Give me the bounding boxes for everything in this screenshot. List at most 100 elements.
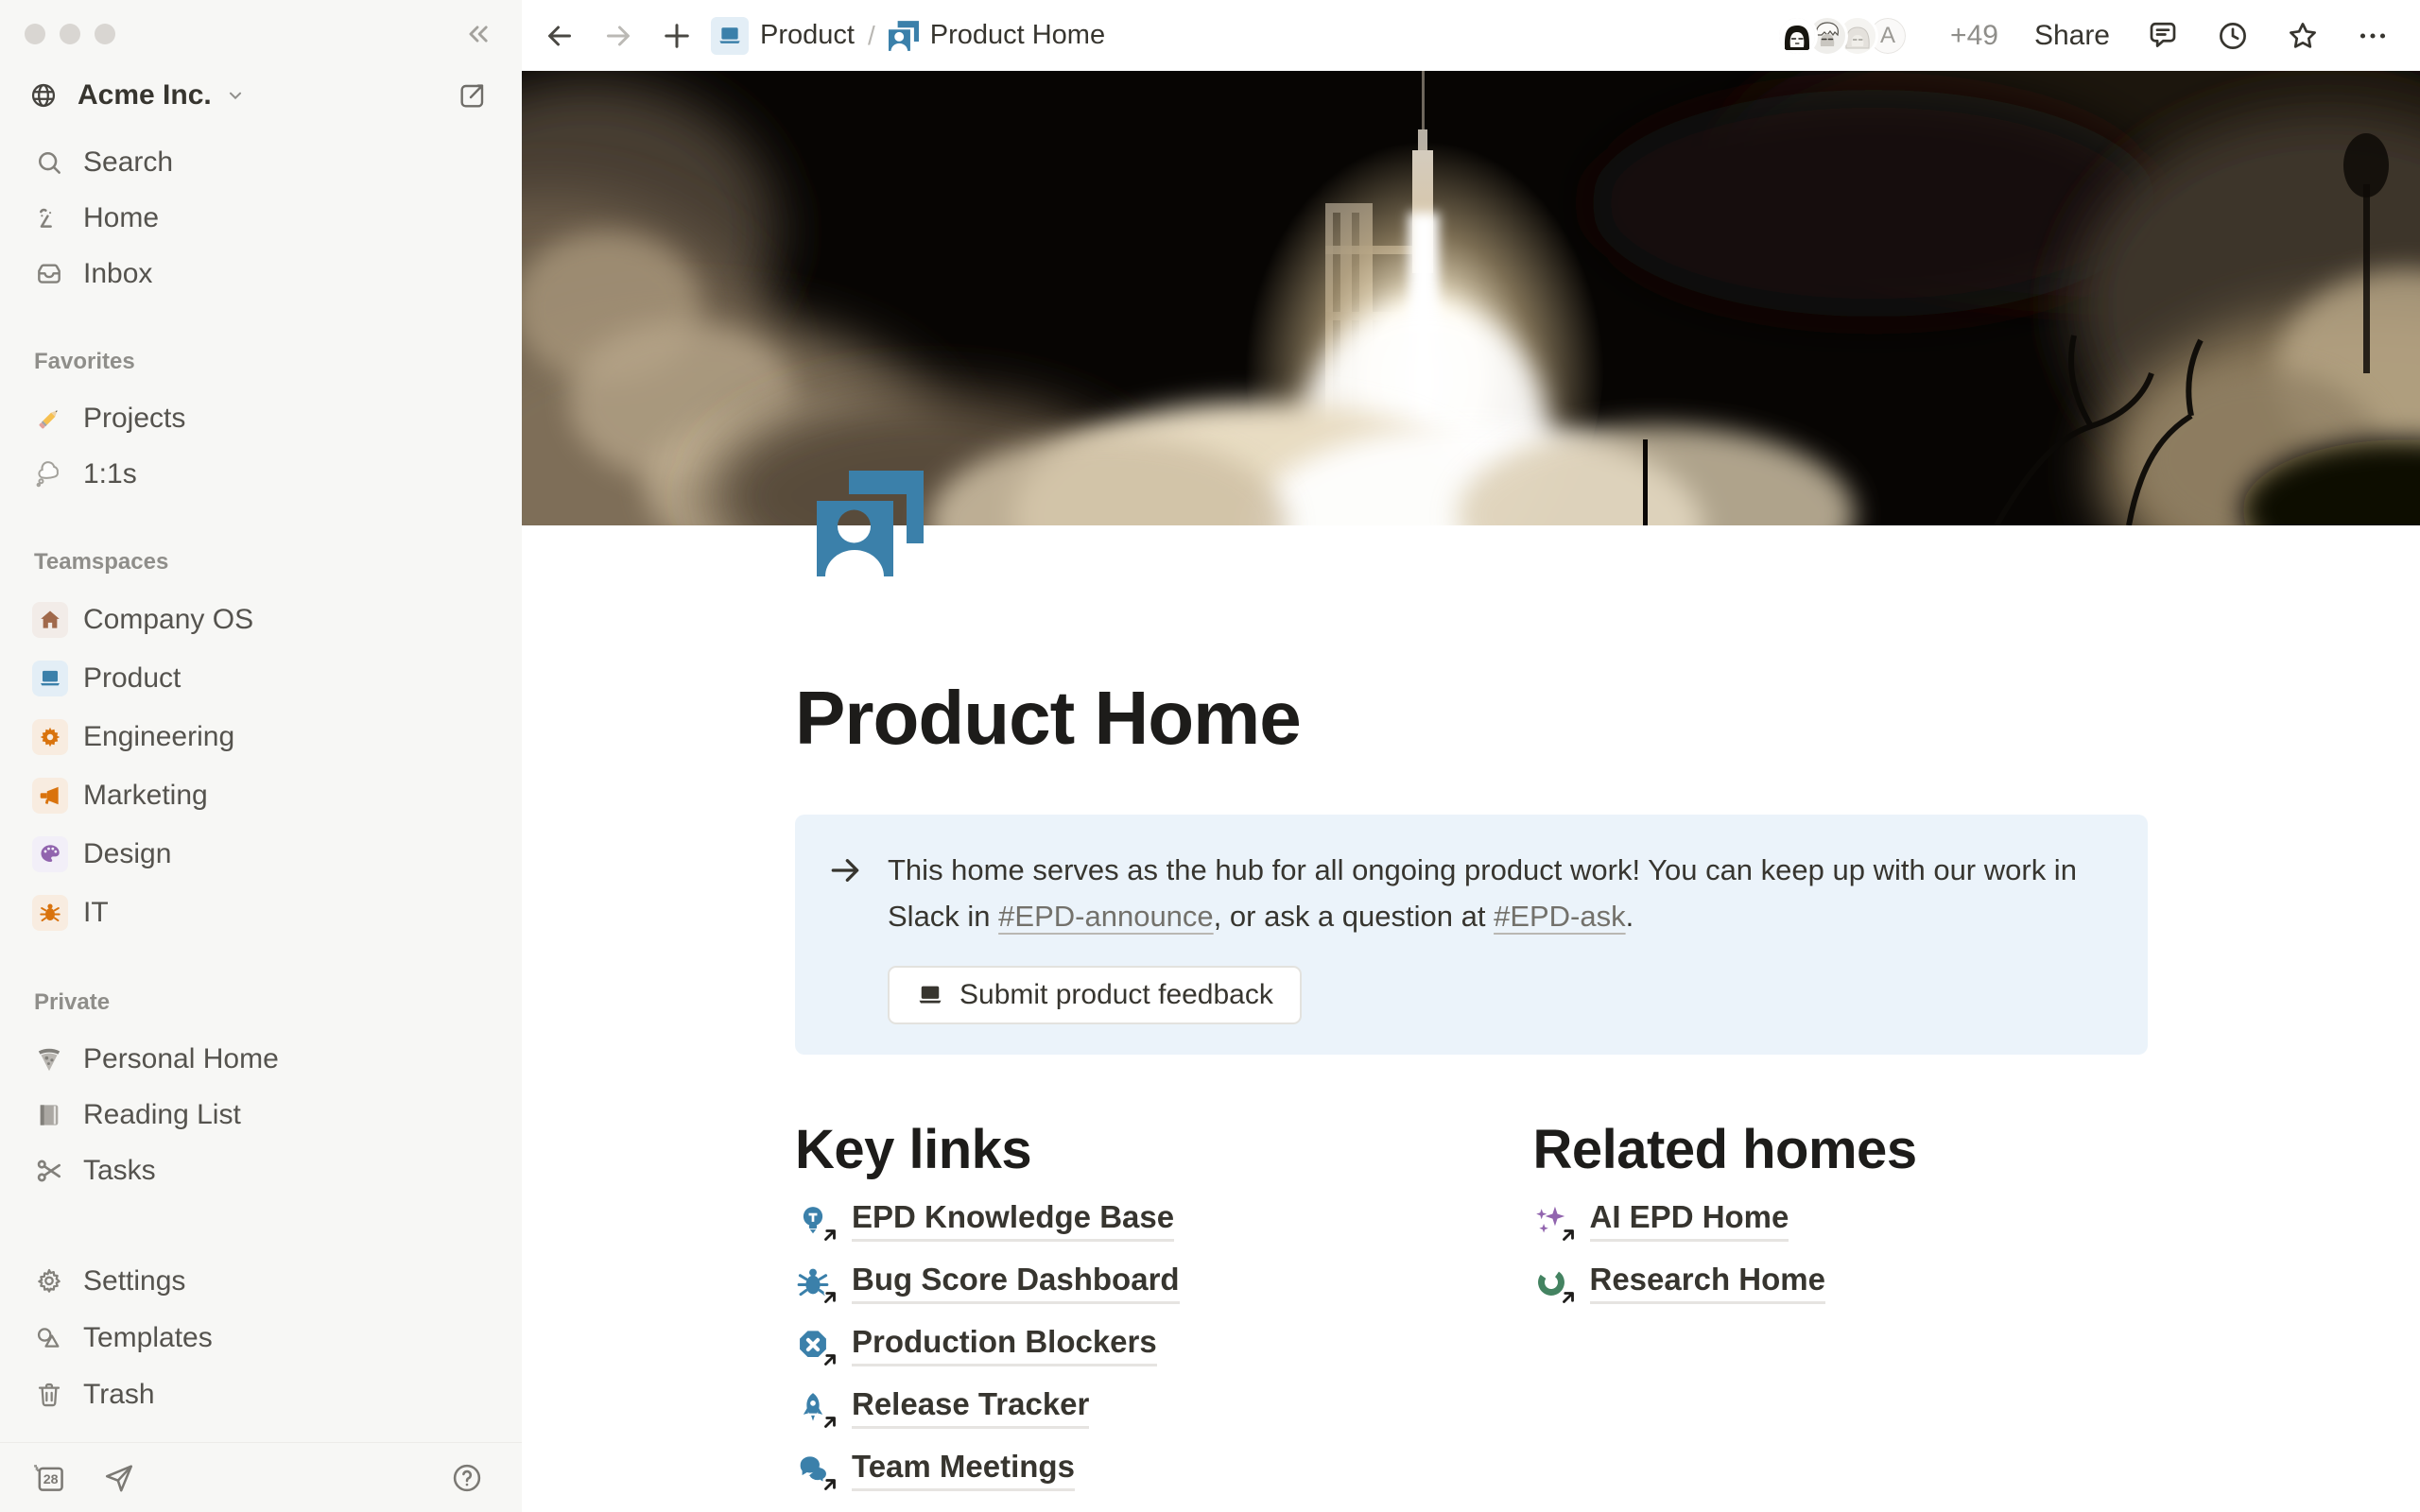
sidebar-primary-nav: Search Home Inbox bbox=[0, 134, 522, 301]
breadcrumb-label: Product bbox=[760, 20, 855, 51]
window-zoom-button[interactable] bbox=[95, 24, 115, 44]
book-icon bbox=[32, 1098, 66, 1132]
sub-page-arrow-icon bbox=[821, 1414, 838, 1431]
bug-icon bbox=[32, 895, 68, 931]
pencil-emoji-icon bbox=[32, 402, 66, 436]
callout-text-part: . bbox=[1626, 900, 1634, 933]
avatar bbox=[1776, 15, 1818, 57]
sidebar-item-label: Tasks bbox=[83, 1155, 156, 1187]
link-release-tracker[interactable]: Release Tracker bbox=[795, 1386, 1410, 1429]
history-clock-icon[interactable] bbox=[2216, 19, 2250, 53]
related-homes-title: Related homes bbox=[1533, 1124, 2149, 1177]
laptop-icon bbox=[916, 981, 944, 1009]
sidebar: Acme Inc. Search Home Inbox Favorite bbox=[0, 0, 522, 1512]
comments-icon[interactable] bbox=[2146, 19, 2180, 53]
new-page-plus-icon[interactable] bbox=[660, 19, 694, 53]
sidebar-item-company-os[interactable]: Company OS bbox=[0, 591, 522, 649]
sidebar-item-1-1s[interactable]: 1:1s bbox=[0, 446, 522, 502]
contact-card-icon bbox=[889, 21, 919, 51]
sidebar-item-inbox[interactable]: Inbox bbox=[0, 246, 522, 301]
breadcrumb-label: Product Home bbox=[930, 20, 1105, 51]
related-homes-section: Related homes AI EPD Home bbox=[1533, 1124, 2149, 1511]
presence-avatars[interactable]: A bbox=[1776, 15, 1909, 57]
more-ellipsis-icon[interactable] bbox=[2356, 19, 2390, 53]
workspace-switcher[interactable]: Acme Inc. bbox=[11, 68, 510, 123]
sidebar-item-search[interactable]: Search bbox=[0, 134, 522, 190]
section-label-favorites[interactable]: Favorites bbox=[0, 345, 522, 379]
breadcrumb: Product / Product Home bbox=[711, 17, 1105, 55]
sidebar-item-label: Projects bbox=[83, 403, 185, 435]
sub-page-arrow-icon bbox=[1560, 1227, 1577, 1244]
key-links-section: Key links EPD Knowledge Base bbox=[795, 1124, 1410, 1511]
window-minimize-button[interactable] bbox=[60, 24, 80, 44]
sidebar-item-templates[interactable]: Templates bbox=[0, 1310, 522, 1366]
sidebar-collapse-icon[interactable] bbox=[461, 18, 493, 50]
favorite-star-icon[interactable] bbox=[2286, 19, 2320, 53]
sidebar-item-label: Settings bbox=[83, 1265, 185, 1297]
search-icon bbox=[32, 146, 66, 180]
forward-arrow-icon[interactable] bbox=[601, 19, 635, 53]
sub-page-arrow-icon bbox=[821, 1351, 838, 1368]
callout-text: This home serves as the hub for all ongo… bbox=[888, 847, 2114, 939]
slack-link-epd-ask[interactable]: #EPD-ask bbox=[1494, 900, 1626, 933]
sidebar-item-engineering[interactable]: Engineering bbox=[0, 708, 522, 766]
sidebar-item-label: Search bbox=[83, 146, 173, 179]
link-research-home[interactable]: Research Home bbox=[1533, 1262, 2149, 1304]
slack-link-epd-announce[interactable]: #EPD-announce bbox=[998, 900, 1214, 933]
sidebar-item-it[interactable]: IT bbox=[0, 884, 522, 942]
sub-page-arrow-icon bbox=[821, 1227, 838, 1244]
link-ai-epd-home[interactable]: AI EPD Home bbox=[1533, 1199, 2149, 1242]
link-label: Bug Score Dashboard bbox=[852, 1262, 1180, 1304]
private-list: Personal Home Reading List Tasks bbox=[0, 1031, 522, 1198]
breadcrumb-item-product[interactable]: Product bbox=[711, 17, 855, 55]
sidebar-item-label: 1:1s bbox=[83, 458, 137, 490]
back-arrow-icon[interactable] bbox=[543, 19, 577, 53]
sidebar-item-trash[interactable]: Trash bbox=[0, 1366, 522, 1423]
sidebar-item-label: Company OS bbox=[83, 604, 253, 636]
link-team-meetings[interactable]: Team Meetings bbox=[795, 1449, 1410, 1491]
sidebar-item-label: Marketing bbox=[83, 780, 208, 812]
sidebar-item-reading-list[interactable]: Reading List bbox=[0, 1087, 522, 1143]
link-label: Research Home bbox=[1590, 1262, 1825, 1304]
window-close-button[interactable] bbox=[25, 24, 45, 44]
sidebar-item-product[interactable]: Product bbox=[0, 649, 522, 708]
sidebar-item-settings[interactable]: Settings bbox=[0, 1253, 522, 1310]
help-icon[interactable] bbox=[450, 1461, 484, 1495]
link-production-blockers[interactable]: Production Blockers bbox=[795, 1324, 1410, 1366]
link-label: AI EPD Home bbox=[1590, 1199, 1789, 1242]
sidebar-item-label: Design bbox=[83, 838, 171, 870]
inbox-icon bbox=[32, 257, 66, 291]
scissors-icon bbox=[32, 1154, 66, 1188]
sidebar-system-list: Settings Templates Trash bbox=[0, 1253, 522, 1423]
sidebar-item-marketing[interactable]: Marketing bbox=[0, 766, 522, 825]
sidebar-item-personal-home[interactable]: Personal Home bbox=[0, 1031, 522, 1087]
topbar: Product / Product Home A bbox=[522, 0, 2420, 71]
sidebar-item-label: Personal Home bbox=[83, 1043, 279, 1075]
page-icon-contact-card[interactable] bbox=[817, 471, 924, 576]
send-icon[interactable] bbox=[102, 1461, 136, 1495]
home-icon bbox=[32, 201, 66, 235]
breadcrumb-item-product-home[interactable]: Product Home bbox=[889, 20, 1105, 51]
sidebar-item-home[interactable]: Home bbox=[0, 190, 522, 246]
link-label: Team Meetings bbox=[852, 1449, 1075, 1491]
callout-block: This home serves as the hub for all ongo… bbox=[795, 815, 2148, 1055]
laptop-icon bbox=[32, 661, 68, 696]
submit-product-feedback-button[interactable]: Submit product feedback bbox=[888, 966, 1302, 1024]
teamspaces-list: Company OS Product Engineering Marketing… bbox=[0, 591, 522, 942]
palette-icon bbox=[32, 836, 68, 872]
link-bug-score-dashboard[interactable]: Bug Score Dashboard bbox=[795, 1262, 1410, 1304]
section-label-private[interactable]: Private bbox=[0, 986, 522, 1020]
share-button[interactable]: Share bbox=[2034, 20, 2110, 52]
calendar-icon[interactable]: 28 bbox=[30, 1460, 66, 1496]
sidebar-item-projects[interactable]: Projects bbox=[0, 390, 522, 446]
sidebar-item-design[interactable]: Design bbox=[0, 825, 522, 884]
callout-text-part: , or ask a question at bbox=[1214, 900, 1494, 933]
link-label: Production Blockers bbox=[852, 1324, 1157, 1366]
compose-icon[interactable] bbox=[458, 80, 488, 111]
link-epd-knowledge-base[interactable]: EPD Knowledge Base bbox=[795, 1199, 1410, 1242]
button-label: Submit product feedback bbox=[959, 979, 1273, 1011]
section-label-teamspaces[interactable]: Teamspaces bbox=[0, 545, 522, 579]
sidebar-item-tasks[interactable]: Tasks bbox=[0, 1143, 522, 1198]
breadcrumb-separator: / bbox=[868, 21, 875, 51]
laptop-icon bbox=[711, 17, 749, 55]
